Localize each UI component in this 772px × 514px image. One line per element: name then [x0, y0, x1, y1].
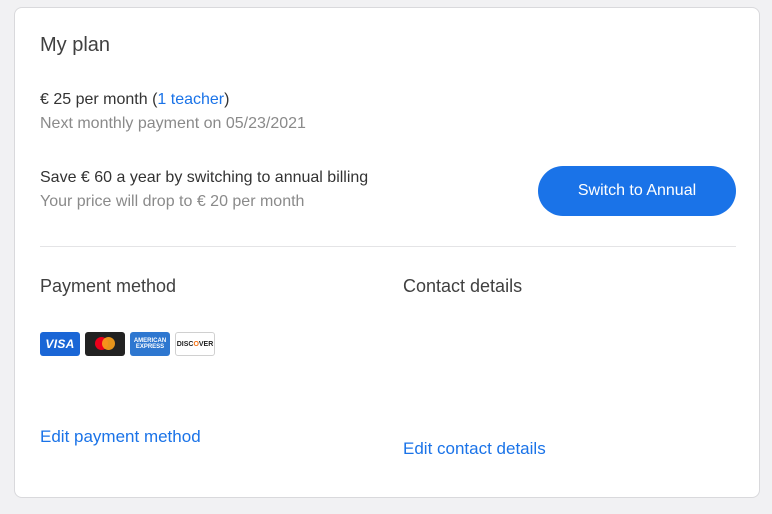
discover-card-icon: DISC O VER — [175, 332, 215, 356]
price-text: € 25 per month ( — [40, 91, 158, 108]
accepted-cards: VISA AMERICAN EXPRESS DISC O VER — [40, 332, 215, 356]
edit-contact-details-link[interactable]: Edit contact details — [403, 439, 546, 459]
amex-label-bottom: EXPRESS — [135, 344, 165, 350]
teacher-count-link[interactable]: 1 teacher — [157, 91, 224, 108]
divider — [40, 246, 736, 247]
next-payment-text: Next monthly payment on 05/23/2021 — [40, 115, 306, 132]
mastercard-orange-circle — [102, 337, 115, 350]
page-title: My plan — [40, 34, 111, 56]
annual-price-text: Your price will drop to € 20 per month — [40, 193, 305, 210]
visa-label: VISA — [45, 337, 75, 351]
mastercard-card-icon — [85, 332, 125, 356]
price-line: € 25 per month (1 teacher) — [40, 91, 229, 109]
annual-savings-text: Save € 60 a year by switching to annual … — [40, 169, 369, 186]
edit-payment-method-link[interactable]: Edit payment method — [40, 427, 201, 447]
price-suffix: ) — [224, 91, 230, 108]
payment-method-title: Payment method — [40, 276, 177, 296]
visa-card-icon: VISA — [40, 332, 80, 356]
discover-label-start: DISC — [176, 340, 194, 348]
discover-label-end: VER — [198, 340, 214, 348]
amex-card-icon: AMERICAN EXPRESS — [130, 332, 170, 356]
contact-details-title: Contact details — [403, 276, 523, 296]
switch-to-annual-button[interactable]: Switch to Annual — [538, 166, 736, 216]
plan-card: My plan € 25 per month (1 teacher) Next … — [14, 7, 760, 498]
